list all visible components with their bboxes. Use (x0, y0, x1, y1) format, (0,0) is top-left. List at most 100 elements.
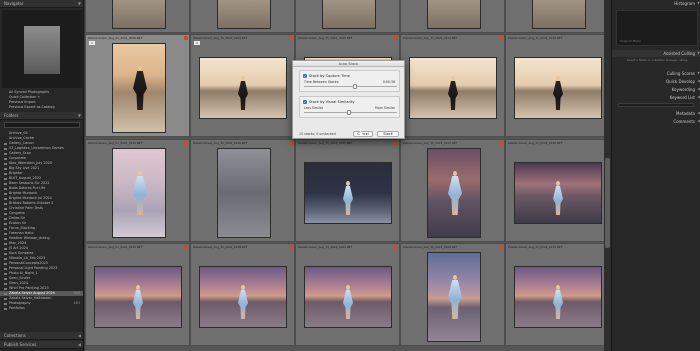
quick-develop-header[interactable]: Quick Develop ◀ (612, 78, 700, 85)
publish-services-header[interactable]: Publish Services ◀ (0, 341, 83, 349)
grid-cell[interactable]: Zakala Seiver_Aug_31_2024_0141.NEF (400, 139, 505, 242)
grid-cell[interactable] (295, 0, 400, 33)
photo-thumbnail[interactable] (112, 0, 166, 29)
folder-label: Portfolios (9, 306, 25, 310)
histogram-header[interactable]: Histogram ▼ (612, 0, 700, 7)
grid-scrollbar[interactable] (604, 0, 611, 351)
grid-cell[interactable]: Zakala Seiver_Aug_31_2024_0119.NEF (505, 34, 610, 137)
visual-similarity-checkbox[interactable]: ✓ (303, 100, 307, 104)
grid-cell[interactable]: Zakala Seiver_Aug_31_2024_0152.NEF (85, 243, 190, 346)
cell-caption: Zakala Seiver_Aug_31_2024_0152.NEF (88, 245, 143, 249)
reject-flag-icon[interactable] (499, 245, 503, 249)
reject-flag-icon[interactable] (289, 36, 293, 40)
photo-thumbnail[interactable] (199, 266, 287, 328)
keywording-header[interactable]: Keywording ◀ (612, 86, 700, 93)
catalog-item[interactable]: Previous Export as Catalog (0, 105, 83, 110)
grid-cell[interactable]: Zakala Seiver_Aug_31_2024_0098.NEF 2 (85, 34, 190, 137)
folder-label: Congress (9, 211, 25, 215)
stack-count-badge[interactable]: 2 (89, 41, 95, 45)
grid-cell[interactable]: Zakala Seiver_Aug_31_2024_0112.NEF (400, 34, 505, 137)
folder-label: 03_Logistics_Uncommon Games (9, 146, 64, 150)
photo-thumbnail[interactable] (514, 57, 602, 119)
reject-flag-icon[interactable] (394, 36, 398, 40)
stacks-summary: 15 stacks, 0 unstacked (299, 132, 336, 136)
time-slider-track[interactable] (304, 86, 397, 87)
grid-cell[interactable] (85, 0, 190, 33)
culling-scores-header[interactable]: Culling Scores ▼ (612, 70, 700, 77)
photo-thumbnail[interactable] (322, 0, 376, 29)
photo-thumbnail[interactable] (304, 266, 392, 328)
reject-flag-icon[interactable] (394, 141, 398, 145)
photo-thumbnail[interactable] (94, 266, 182, 328)
grid-cell[interactable]: Zakala Seiver_Aug_31_2024_0174.NEF (505, 243, 610, 346)
photo-thumbnail[interactable] (217, 0, 271, 29)
stack-count-badge[interactable]: 2 (194, 41, 200, 45)
folder-label: Bean Sessions Fur 2022 (9, 181, 50, 185)
stack-button[interactable]: Stack (377, 131, 399, 137)
grid-cell[interactable] (190, 0, 295, 33)
photo-thumbnail[interactable] (532, 0, 586, 29)
photo-thumbnail[interactable] (427, 252, 481, 342)
folder-search-input[interactable] (4, 122, 80, 128)
photo-thumbnail[interactable] (199, 57, 287, 119)
grid-cell[interactable] (400, 0, 505, 33)
collapse-triangle-icon[interactable]: ▼ (78, 0, 81, 8)
reject-flag-icon[interactable] (184, 245, 188, 249)
photo-thumbnail[interactable] (304, 162, 392, 224)
reject-flag-icon[interactable] (184, 36, 188, 40)
reject-flag-icon[interactable] (289, 141, 293, 145)
reject-flag-icon[interactable] (499, 36, 503, 40)
figure-body (553, 81, 563, 110)
reject-flag-icon[interactable] (499, 141, 503, 145)
photo-thumbnail[interactable] (514, 162, 602, 224)
photo-thumbnail[interactable] (409, 57, 497, 119)
similarity-slider-knob[interactable] (346, 110, 351, 115)
folder-icon (4, 257, 7, 260)
photo-thumbnail[interactable] (427, 0, 481, 29)
grid-cell[interactable]: Zakala Seiver_Aug_31_2024_0130.NEF (190, 139, 295, 242)
figure-head (451, 76, 455, 81)
folder-icon (4, 237, 7, 240)
time-slider-knob[interactable] (353, 84, 358, 89)
navigator-header[interactable]: Navigator ▼ (0, 0, 83, 8)
photo-thumbnail[interactable] (112, 43, 166, 133)
folder-label: Kara Gonzalez (9, 251, 34, 255)
folder-icon (4, 202, 7, 205)
reject-flag-icon[interactable] (289, 245, 293, 249)
grid-cell[interactable]: Zakala Seiver_Aug_31_2024_0146.NEF (505, 139, 610, 242)
collections-header[interactable]: Collections ◀ (0, 332, 83, 340)
assisted-culling-header[interactable]: Assisted Culling ▼ (612, 50, 700, 57)
navigator-preview[interactable] (2, 10, 82, 88)
grid-cell[interactable]: Zakala Seiver_Aug_31_2024_0163.NEF (295, 243, 400, 346)
culling-scores-label: Culling Scores (666, 71, 695, 76)
grid-cell[interactable]: Zakala Seiver_Aug_31_2024_0124.NEF (85, 139, 190, 242)
grid-cell[interactable]: Zakala Seiver_Aug_31_2024_0169.NEF (400, 243, 505, 346)
folders-header[interactable]: Folders ▼ (0, 112, 83, 120)
collapse-triangle-icon[interactable]: ▼ (78, 112, 81, 120)
keyword-list-header[interactable]: Keyword List ◀ (612, 94, 700, 101)
model-figure (448, 76, 458, 110)
photo-thumbnail[interactable] (112, 148, 166, 238)
folder-label: Gallery_Canon (9, 141, 34, 145)
reject-flag-icon[interactable] (394, 245, 398, 249)
grid-cell[interactable]: Zakala Seiver_Aug_31_2024_0158.NEF (190, 243, 295, 346)
grid-cell[interactable]: Zakala Seiver_Aug_31_2024_0135.NEF (295, 139, 400, 242)
photo-thumbnail[interactable] (514, 266, 602, 328)
photo-thumbnail[interactable] (427, 148, 481, 238)
folder-icon (4, 182, 7, 185)
comments-header[interactable]: Comments ◀ (612, 118, 700, 125)
folder-icon (4, 142, 7, 145)
photo-thumbnail[interactable] (217, 148, 271, 238)
grid-cell[interactable] (505, 0, 610, 33)
library-grid[interactable]: Zakala Seiver_Aug_31_2024_0098.NEF 2 Zakal… (85, 0, 611, 351)
folder-row[interactable]: Portfolios (0, 306, 83, 311)
expand-triangle-icon[interactable]: ◀ (78, 332, 81, 340)
reject-flag-icon[interactable] (184, 141, 188, 145)
metadata-header[interactable]: Metadata ◀ (612, 110, 700, 117)
grid-cell[interactable]: Zakala Seiver_Aug_31_2024_0103.NEF 2 (190, 34, 295, 137)
expand-triangle-icon[interactable]: ◀ (78, 341, 81, 349)
cancel-button[interactable]: Cancel (353, 131, 373, 137)
metadata-preset-select[interactable] (618, 103, 694, 107)
scrollbar-thumb[interactable] (605, 158, 610, 248)
capture-time-checkbox[interactable]: ✓ (303, 74, 307, 78)
